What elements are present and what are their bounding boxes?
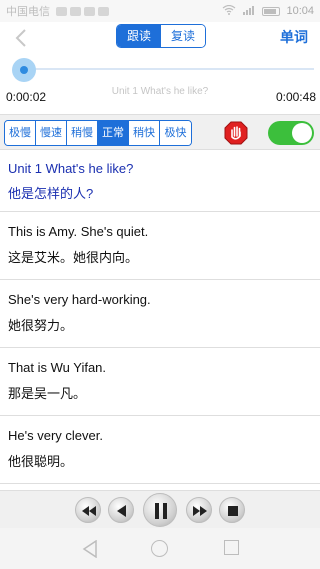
sentence-cn: 她很努力。 bbox=[8, 318, 74, 333]
nav-back-button[interactable] bbox=[82, 539, 98, 563]
unit-title-cn: 他是怎样的人? bbox=[8, 186, 94, 201]
stop-icon bbox=[228, 506, 238, 516]
current-time: 0:00:02 bbox=[6, 90, 47, 104]
follow-toggle-switch[interactable] bbox=[268, 121, 314, 145]
next-icon bbox=[193, 506, 207, 516]
sentence-cn: 这是艾米。她很内向。 bbox=[8, 250, 139, 265]
header-bar: 跟读 复读 单词 bbox=[0, 22, 320, 54]
previous-button[interactable] bbox=[108, 497, 134, 523]
back-button[interactable] bbox=[10, 24, 34, 52]
total-time: 0:00:48 bbox=[275, 90, 316, 104]
next-button[interactable] bbox=[186, 497, 212, 523]
wifi-icon bbox=[222, 4, 236, 18]
battery-icon bbox=[262, 6, 281, 16]
tab-repeat-read[interactable]: 复读 bbox=[161, 25, 205, 47]
carrier-label: 中国电信 bbox=[6, 6, 50, 18]
sentence-cn: 那是吴一凡。 bbox=[8, 386, 87, 401]
chevron-left-icon bbox=[15, 29, 26, 47]
sentence-en: That is Wu Yifan. bbox=[8, 360, 107, 375]
speed-option-normal[interactable]: 正常 bbox=[98, 121, 129, 145]
status-bar: 中国电信 10:04 bbox=[0, 0, 320, 22]
playback-controls bbox=[0, 490, 320, 528]
speed-option-slightly-slow[interactable]: 稍慢 bbox=[67, 121, 98, 145]
speed-selector: 极慢 慢速 稍慢 正常 稍快 极快 bbox=[4, 120, 192, 146]
sentence-en: She's very hard-working. bbox=[8, 292, 151, 307]
previous-icon bbox=[117, 505, 126, 517]
status-time: 10:04 bbox=[286, 5, 314, 17]
speed-option-very-slow[interactable]: 极慢 bbox=[5, 121, 36, 145]
progress-track[interactable] bbox=[22, 68, 314, 70]
stop-button[interactable] bbox=[219, 497, 245, 523]
list-item[interactable]: That is Wu Yifan. 那是吴一凡。 bbox=[0, 348, 320, 416]
progress-thumb[interactable] bbox=[12, 58, 36, 82]
tab-follow-read[interactable]: 跟读 bbox=[117, 25, 161, 47]
pause-icon bbox=[155, 503, 167, 519]
list-item[interactable]: He's very clever. 他很聪明。 bbox=[0, 416, 320, 484]
track-title: Unit 1 What's he like? bbox=[111, 86, 209, 97]
stop-hand-button[interactable] bbox=[224, 121, 248, 145]
words-button[interactable]: 单词 bbox=[280, 27, 308, 47]
notification-icons bbox=[56, 6, 109, 16]
list-item[interactable]: She's very hard-working. 她很努力。 bbox=[0, 280, 320, 348]
nav-recent-button[interactable] bbox=[224, 540, 239, 555]
notification-icon bbox=[70, 6, 81, 16]
unit-header[interactable]: Unit 1 What's he like? 他是怎样的人? bbox=[0, 150, 320, 212]
speed-option-very-fast[interactable]: 极快 bbox=[160, 121, 191, 145]
notification-icon bbox=[84, 6, 95, 16]
nav-home-button[interactable] bbox=[151, 540, 168, 557]
notification-icon bbox=[98, 6, 109, 16]
rewind-icon bbox=[82, 506, 96, 516]
speed-option-slightly-fast[interactable]: 稍快 bbox=[129, 121, 160, 145]
signal-icon bbox=[242, 5, 256, 18]
notification-icon bbox=[56, 6, 67, 16]
back-triangle-icon bbox=[82, 539, 97, 559]
speed-option-slow[interactable]: 慢速 bbox=[36, 121, 67, 145]
speed-toolbar: 极慢 慢速 稍慢 正常 稍快 极快 bbox=[0, 114, 320, 150]
sentence-en: This is Amy. She's quiet. bbox=[8, 224, 149, 239]
stop-hand-icon bbox=[224, 121, 248, 145]
list-item[interactable]: This is Amy. She's quiet. 这是艾米。她很内向。 bbox=[0, 212, 320, 280]
rewind-button[interactable] bbox=[75, 497, 101, 523]
unit-title-en: Unit 1 What's he like? bbox=[8, 161, 134, 176]
sentence-cn: 他很聪明。 bbox=[8, 454, 74, 469]
system-nav-bar bbox=[0, 528, 320, 569]
player-progress: 0:00:02 Unit 1 What's he like? 0:00:48 bbox=[0, 54, 320, 114]
mode-tabs: 跟读 复读 bbox=[116, 24, 206, 48]
pause-button[interactable] bbox=[143, 493, 177, 527]
text-list: Unit 1 What's he like? 他是怎样的人? This is A… bbox=[0, 150, 320, 490]
sentence-en: He's very clever. bbox=[8, 428, 103, 443]
